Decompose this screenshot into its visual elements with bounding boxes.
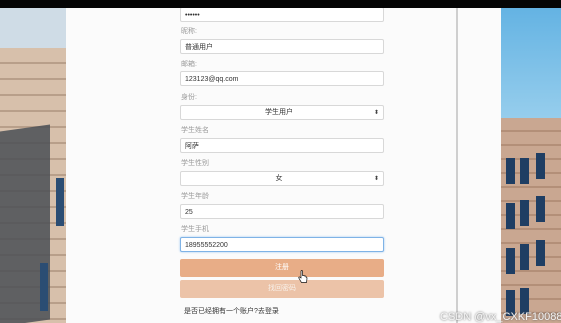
role-select-value: 学生用户: [265, 109, 293, 116]
register-button[interactable]: 注册: [180, 259, 384, 277]
nickname-field[interactable]: 普通用户: [180, 39, 384, 54]
select-arrow-icon: ⬍: [373, 176, 379, 182]
email-field[interactable]: 123123@qq.com: [180, 71, 384, 86]
role-select[interactable]: 学生用户 ⬍: [180, 105, 384, 120]
student-name-label: 学生姓名: [181, 127, 209, 134]
student-name-field[interactable]: 阿萨: [180, 138, 384, 153]
register-form-card: •••••• 昵称: 普通用户 邮箱: 123123@qq.com 身份: 学生…: [66, 8, 501, 323]
background-building-left: [0, 8, 66, 323]
login-link[interactable]: 是否已经拥有一个账户?去登录: [184, 306, 279, 316]
hand-pointer-icon: [298, 270, 308, 283]
role-label: 身份:: [181, 94, 197, 101]
student-phone-label: 学生手机: [181, 226, 209, 233]
recover-password-button[interactable]: 找回密码: [180, 280, 384, 298]
student-age-label: 学生年龄: [181, 193, 209, 200]
background-building-right: [500, 8, 561, 323]
student-age-field[interactable]: 25: [180, 204, 384, 219]
student-gender-label: 学生性别: [181, 160, 209, 167]
top-black-bar: [0, 0, 561, 8]
card-right-border: [456, 8, 458, 323]
email-label: 邮箱:: [181, 61, 197, 68]
password-field[interactable]: ••••••: [180, 8, 384, 22]
nickname-label: 昵称:: [181, 28, 197, 35]
student-phone-field[interactable]: 18955552200: [180, 237, 384, 252]
student-gender-select[interactable]: 女 ⬍: [180, 171, 384, 186]
watermark-text: CSDN @vx_CXKF10088: [440, 311, 561, 323]
student-gender-value: 女: [275, 175, 283, 182]
page-viewport: •••••• 昵称: 普通用户 邮箱: 123123@qq.com 身份: 学生…: [0, 8, 561, 323]
select-arrow-icon: ⬍: [373, 110, 379, 116]
